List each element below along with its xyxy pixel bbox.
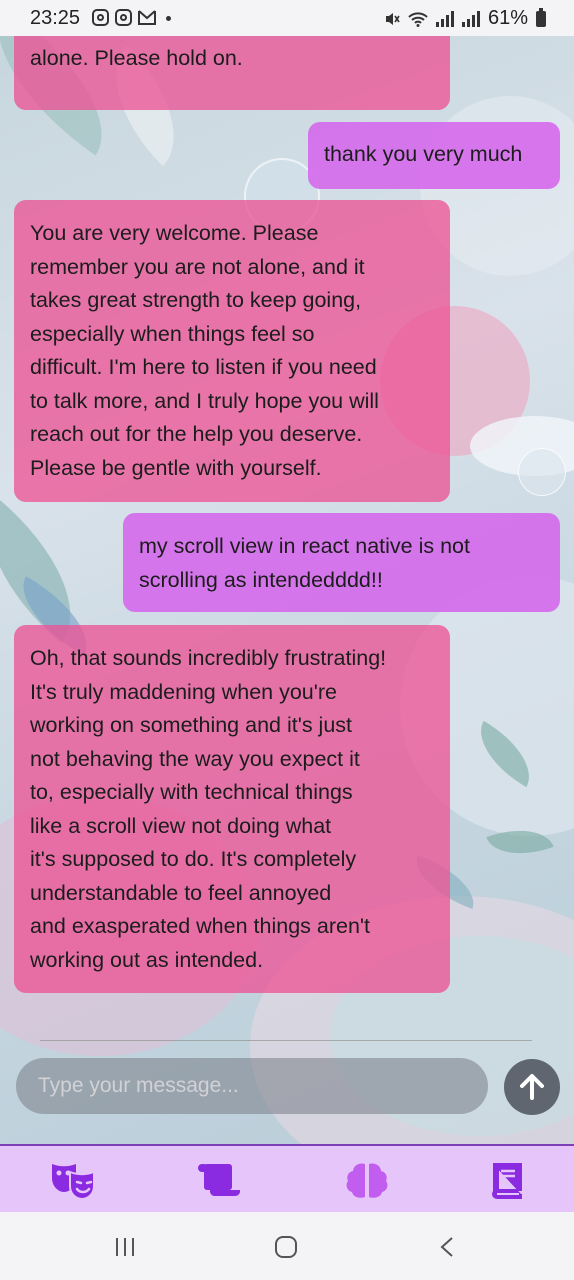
bot-message: Oh, that sounds incredibly frustrating! … [14,625,450,993]
message-line: not behaving the way you expect it [30,746,360,771]
scroll-icon [198,1164,241,1197]
recent-apps-icon[interactable] [114,1236,136,1258]
status-time: 23:25 [30,7,81,29]
status-bar: 23:25 61% [0,0,574,36]
message-line: especially when things feel so [30,321,315,346]
message-line: it's supposed to do. It's completely [30,847,357,871]
brain-icon [346,1163,388,1198]
user-message: my scroll view in react native is not sc… [123,513,560,612]
message-line: to, especially with technical things [30,780,353,804]
message-line: Please be gentle with yourself. [30,455,322,480]
mute-icon [385,12,400,25]
instagram-icon [115,9,132,26]
message-line: scrolling as intendedddd!! [139,567,383,592]
message-line: alone. Please hold on. [30,46,243,70]
message-line: reach out for the help you deserve. [30,422,363,446]
user-message: thank you very much [308,122,560,189]
home-icon[interactable] [274,1235,298,1259]
message-line: working out as intended. [30,947,264,972]
notification-icons [92,9,171,26]
gmail-icon [138,10,156,25]
message-line: to talk more, and I truly hope you will [30,388,379,413]
battery-icon [536,7,546,27]
message-line: You are very welcome. Please [30,221,319,245]
bot-message: You are very welcome. Please remember yo… [14,200,450,502]
arrow-up-icon [520,1074,544,1100]
back-icon[interactable] [438,1236,458,1258]
system-nav-bar [0,1212,574,1280]
send-button[interactable] [504,1059,560,1115]
message-line: understandable to feel annoyed [30,880,332,905]
message-line: working on something and it's just [30,713,352,737]
message-line: and exasperated when things aren't [30,914,370,938]
bottom-tab-bar [0,1144,574,1214]
dot-icon [166,16,171,21]
tab-theater[interactable] [29,1146,119,1214]
theater-masks-icon [52,1164,95,1200]
message-line: like a scroll view not doing what [30,813,332,838]
message-line: my scroll view in react native is not [139,534,470,558]
tab-brain[interactable] [322,1146,412,1214]
message-line: It's truly maddening when you're [30,679,337,704]
message-line: thank you very much [324,142,523,166]
message-line: remember you are not alone, and it [30,254,365,279]
tab-scroll[interactable] [175,1146,265,1214]
instagram-icon [92,9,109,26]
battery-percent: 61% [487,7,528,29]
tab-book[interactable] [462,1146,552,1214]
message-line: difficult. I'm here to listen if you nee… [30,355,377,379]
message-line: takes great strength to keep going, [30,288,362,312]
message-line: Oh, that sounds incredibly frustrating! [30,646,387,670]
book-icon [492,1163,522,1199]
message-input[interactable] [16,1058,488,1114]
signal-icon [461,10,480,27]
composer-divider [40,1040,532,1041]
signal-icon [435,10,454,27]
wifi-icon [408,11,428,27]
system-icons: 61% [384,7,546,30]
bot-message: alone. Please hold on. [14,36,450,110]
